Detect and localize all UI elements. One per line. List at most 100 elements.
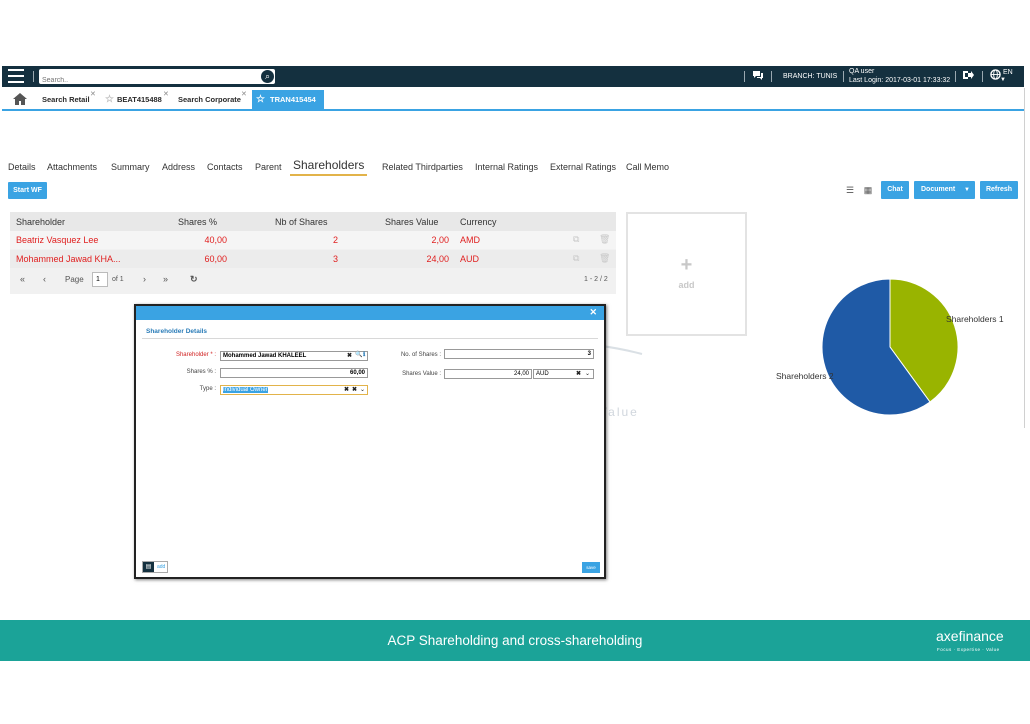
caret-down-icon: ▼ (964, 187, 970, 193)
home-icon[interactable] (12, 92, 28, 106)
tab-label: TRAN415454 (270, 95, 316, 104)
tab-summary[interactable]: Summary (111, 158, 150, 176)
tab-search-corporate[interactable]: Search Corporate ✕ (178, 90, 247, 109)
add-button-label: add (157, 564, 166, 570)
clear-icon[interactable]: ✖ (576, 370, 581, 377)
tab-parent[interactable]: Parent (255, 158, 282, 176)
add-shareholder-card[interactable]: + add (626, 212, 747, 336)
nb-shares-field[interactable]: 3 (444, 349, 594, 359)
search-icon[interactable]: 🔍 (355, 351, 362, 358)
info-icon[interactable]: ℹ (363, 351, 365, 358)
modal-title: Shareholder Details (146, 328, 208, 335)
shares-pct-field[interactable]: 60,00 (220, 368, 368, 378)
workspace-tabs: Search Retail ✕ ☆ BEAT415488 ✕ Search Cor… (2, 87, 1024, 111)
cell-shares-value: 2,00 (431, 235, 449, 245)
clear-icon[interactable]: ✖ (352, 386, 357, 393)
chevron-down-icon[interactable]: ⌄ (360, 386, 365, 393)
col-nb-shares[interactable]: Nb of Shares (275, 217, 328, 227)
type-label: Type : (199, 386, 216, 392)
page-number-input[interactable]: 1 (92, 272, 108, 287)
pie-label-shareholders-2: Shareholders 2 (776, 371, 834, 381)
close-icon[interactable]: ✕ (316, 85, 322, 104)
divider (142, 338, 598, 339)
star-icon[interactable]: ☆ (256, 90, 265, 109)
grid-view-icon[interactable]: ▦ (860, 182, 876, 198)
save-button[interactable]: save (582, 562, 600, 573)
copy-icon[interactable]: ⧉ (573, 234, 579, 245)
chevron-down-icon[interactable]: ⌄ (585, 370, 590, 377)
close-icon[interactable]: ✕ (589, 307, 597, 318)
next-page-icon[interactable]: › (143, 274, 146, 284)
last-page-icon[interactable]: » (163, 274, 168, 284)
clear-icon[interactable]: ✖ (344, 386, 349, 393)
shareholder-details-modal: ✕ Shareholder Details Shareholder * : Mo… (134, 304, 606, 579)
page-range: 1 - 2 / 2 (584, 276, 608, 283)
cell-shares-pct: 60,00 (204, 254, 227, 264)
chevron-down-icon[interactable]: ▼ (1000, 77, 1006, 83)
tab-details[interactable]: Details (8, 158, 36, 176)
tab-external-ratings[interactable]: External Ratings (550, 158, 616, 176)
search-icon[interactable]: ⌕ (261, 70, 274, 83)
tab-call-memo[interactable]: Call Memo (626, 158, 669, 176)
hamburger-menu-icon[interactable] (8, 69, 24, 83)
start-wf-button[interactable]: Start WF (8, 182, 47, 199)
tab-search-retail[interactable]: Search Retail ✕ (42, 90, 96, 109)
close-icon[interactable]: ✕ (241, 85, 247, 104)
tab-tran415454[interactable]: ☆ TRAN415454 ✕ (252, 90, 324, 109)
tab-shareholders[interactable]: Shareholders (290, 156, 368, 176)
tab-related-thirdparties[interactable]: Related Thirdparties (382, 158, 463, 176)
divider (843, 71, 844, 82)
trash-icon[interactable]: 🗑 (599, 253, 610, 264)
logout-icon[interactable] (962, 69, 974, 84)
clear-icon[interactable]: ✖ (347, 352, 352, 359)
col-shareholder[interactable]: Shareholder (16, 217, 65, 227)
tab-beat415488[interactable]: ☆ BEAT415488 ✕ (105, 90, 169, 109)
divider (982, 71, 983, 82)
tab-contacts[interactable]: Contacts (207, 158, 243, 176)
cell-nb-shares: 3 (332, 254, 338, 264)
page-label: Page (65, 275, 84, 284)
cell-currency: AUD (460, 254, 480, 264)
search-input[interactable] (39, 73, 259, 88)
prev-page-icon[interactable]: ‹ (43, 274, 46, 284)
refresh-button[interactable]: Refresh (980, 181, 1018, 199)
col-shares-value[interactable]: Shares Value (385, 217, 438, 227)
close-icon[interactable]: ✕ (90, 85, 96, 104)
star-icon[interactable]: ☆ (105, 94, 114, 105)
shareholder-field[interactable]: Mohammed Jawad KHALEEL (220, 351, 368, 361)
modal-header: ✕ (136, 306, 604, 320)
col-currency[interactable]: Currency (460, 217, 497, 227)
close-icon[interactable]: ✕ (163, 85, 169, 104)
cell-currency: AMD (460, 235, 480, 245)
shares-value-label: Shares Value : (402, 371, 441, 377)
tab-label: Search Retail (42, 95, 90, 104)
chat-bubbles-icon[interactable] (752, 69, 764, 84)
add-label: add (678, 280, 695, 290)
shareholders-pie-chart (821, 278, 959, 416)
user-name[interactable]: QA user (849, 68, 874, 75)
tab-address[interactable]: Address (162, 158, 195, 176)
save-disk-icon: ▤ (143, 562, 154, 572)
table-header: Shareholder Shares % Nb of Shares Shares… (10, 212, 616, 231)
reload-icon[interactable]: ↻ (190, 274, 198, 285)
list-view-icon[interactable]: ☰ (842, 182, 858, 198)
tab-internal-ratings[interactable]: Internal Ratings (475, 158, 538, 176)
language-selector[interactable]: EN (1003, 69, 1013, 76)
trash-icon[interactable]: 🗑 (599, 234, 610, 245)
add-button[interactable]: ▤ add (142, 561, 168, 573)
plus-icon: + (680, 254, 693, 276)
footer-logo: axefinance (936, 628, 1004, 644)
global-search: ⌕ (39, 69, 275, 88)
first-page-icon[interactable]: « (20, 274, 25, 284)
tab-label: Search Corporate (178, 95, 241, 104)
tab-attachments[interactable]: Attachments (47, 158, 97, 176)
copy-icon[interactable]: ⧉ (573, 253, 579, 264)
table-row[interactable]: Beatriz Vasquez Lee 40,00 2 2,00 AMD ⧉ 🗑 (10, 231, 616, 249)
shares-value-field[interactable]: 24,00 (444, 369, 532, 379)
table-row[interactable]: Mohammed Jawad KHA... 60,00 3 24,00 AUD … (10, 250, 616, 268)
shareholders-table: Shareholder Shares % Nb of Shares Shares… (10, 212, 616, 294)
col-shares-pct[interactable]: Shares % (178, 217, 217, 227)
document-dropdown-button[interactable]: Document ▼ (914, 181, 975, 199)
chat-button[interactable]: Chat (881, 181, 909, 199)
page-of-label: of 1 (112, 276, 124, 283)
